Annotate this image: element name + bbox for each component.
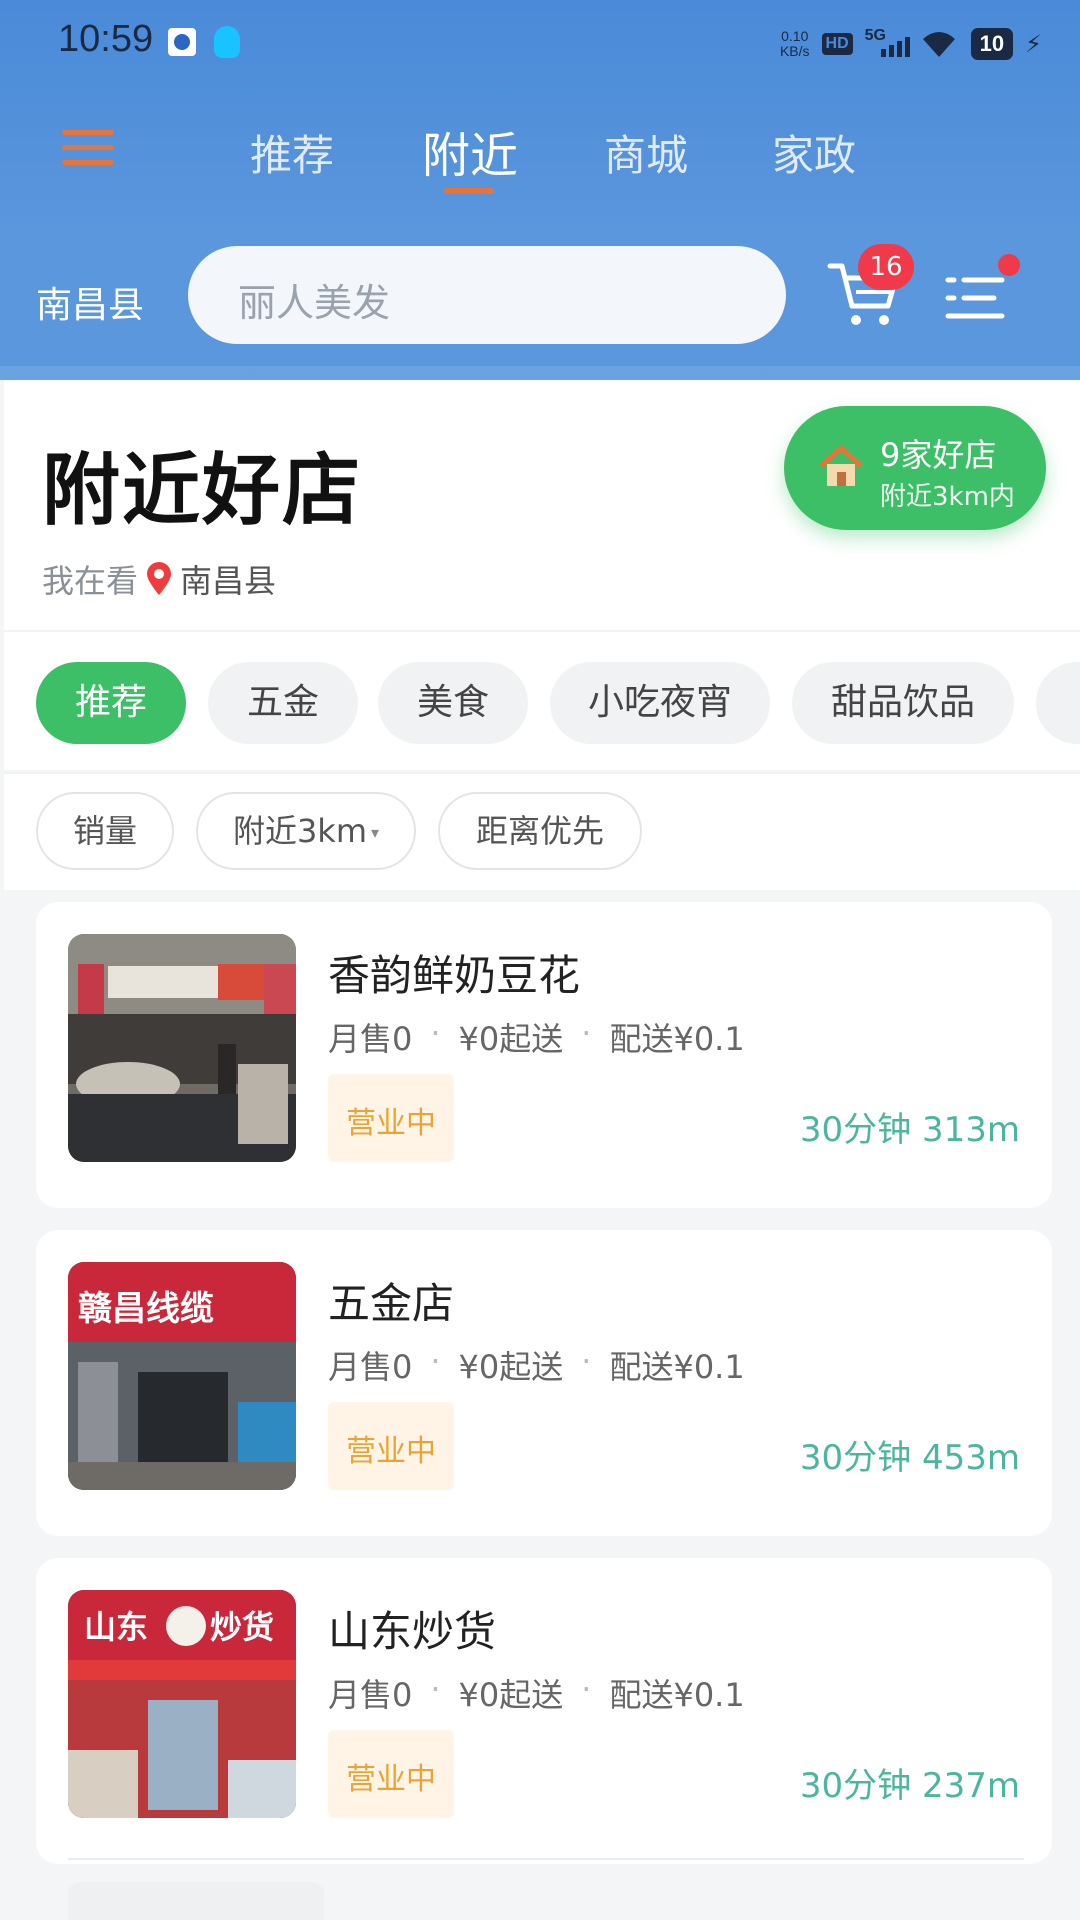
shop-card[interactable]: 山东 炒货 山东炒货 月售0 · ¥0起送 · 配送¥0.1 营业中 30分钟 23… (36, 1558, 1052, 1864)
search-row: 南昌县 丽人美发 16 (0, 226, 1080, 366)
location-pin-icon (147, 562, 172, 595)
wifi-icon (922, 32, 955, 57)
search-input[interactable]: 丽人美发 (188, 246, 786, 344)
qq-notification-icon (214, 26, 240, 58)
category-snacks[interactable]: 小吃夜宵 (550, 662, 770, 744)
shop-meta: 月售0 · ¥0起送 · 配送¥0.1 (328, 1670, 745, 1714)
monthly-sales: 月售0 (328, 1676, 413, 1714)
hd-badge: HD (821, 33, 853, 55)
category-desserts[interactable]: 甜品饮品 (792, 662, 1014, 744)
delivery-fee: 配送¥0.1 (609, 1676, 745, 1714)
shop-sign-text: 炒货 (210, 1608, 274, 1646)
main-content: 附近好店 我在看 南昌县 9家好店 附近3km内 推荐 五金 美食 小吃夜宵 甜… (4, 380, 1080, 1920)
tab-recommend[interactable]: 推荐 (250, 122, 334, 183)
shop-meta: 月售0 · ¥0起送 · 配送¥0.1 (328, 1342, 745, 1386)
shop-sign-text: 山东 (84, 1608, 148, 1646)
app-notification-icon (168, 28, 196, 56)
min-order: ¥0起送 (458, 1348, 564, 1386)
current-location: 南昌县 (180, 562, 277, 600)
tab-nearby[interactable]: 附近 (422, 116, 518, 186)
delivery-eta: 30分钟 313m (799, 1110, 1020, 1150)
tab-housekeeping[interactable]: 家政 (772, 122, 856, 183)
location-line[interactable]: 我在看 南昌县 (42, 556, 276, 602)
delivery-eta: 30分钟 453m (799, 1438, 1020, 1478)
status-badge: 营业中 (328, 1074, 454, 1162)
list-icon[interactable] (944, 272, 1006, 324)
shop-card[interactable]: 香韵鲜奶豆花 月售0 · ¥0起送 · 配送¥0.1 营业中 30分钟 313m (36, 902, 1052, 1208)
delivery-fee: 配送¥0.1 (609, 1348, 745, 1386)
tab-mall[interactable]: 商城 (604, 122, 688, 183)
shop-photo: 山东 炒货 (68, 1590, 296, 1818)
shop-name: 山东炒货 (328, 1607, 497, 1656)
shop-sign-text: 赣昌线缆 (78, 1289, 214, 1329)
status-badge: 营业中 (328, 1402, 454, 1490)
shop-name: 香韵鲜奶豆花 (328, 951, 581, 1000)
top-nav: 推荐 附近 商城 家政 (0, 100, 1080, 200)
signal-icon: 5G (865, 27, 910, 59)
notification-dot (998, 254, 1020, 276)
status-badge: 营业中 (328, 1730, 454, 1818)
viewing-label: 我在看 (42, 562, 139, 600)
dropdown-caret-icon: ▾ (371, 823, 380, 842)
charging-icon: ⚡ (1025, 30, 1042, 58)
min-order: ¥0起送 (458, 1020, 564, 1058)
list-divider (68, 1858, 1024, 1860)
page-title: 附近好店 (42, 446, 363, 536)
filter-sales[interactable]: 销量 (36, 792, 174, 870)
filter-nearest-first[interactable]: 距离优先 (438, 792, 642, 870)
shop-name: 五金店 (328, 1279, 455, 1328)
nearby-hero: 附近好店 我在看 南昌县 9家好店 附近3km内 (4, 380, 1080, 630)
category-hardware[interactable]: 五金 (208, 662, 358, 744)
app-header: 10:59 0.10 KB/s HD 5G 10 ⚡ 推荐 附近 商城 家政 南… (0, 0, 1080, 380)
category-food[interactable]: 美食 (378, 662, 528, 744)
house-icon (819, 445, 863, 486)
shop-photo: 赣昌线缆 (68, 1262, 296, 1490)
status-bar: 10:59 0.10 KB/s HD 5G 10 ⚡ (0, 0, 1080, 90)
shop-photo (68, 934, 296, 1162)
filter-bar: 销量 附近3km ▾ 距离优先 (4, 772, 1080, 890)
category-more[interactable] (1036, 662, 1080, 744)
net-speed: 0.10 KB/s (779, 28, 810, 59)
delivery-fee: 配送¥0.1 (609, 1020, 745, 1058)
monthly-sales: 月售0 (328, 1348, 413, 1386)
filter-distance-range[interactable]: 附近3km ▾ (196, 792, 416, 870)
delivery-eta: 30分钟 237m (799, 1766, 1020, 1806)
next-shop-card-partial[interactable] (68, 1882, 324, 1920)
hamburger-icon[interactable] (62, 130, 114, 166)
status-right: 0.10 KB/s HD 5G 10 ⚡ (780, 22, 1042, 66)
monthly-sales: 月售0 (328, 1020, 413, 1058)
search-placeholder: 丽人美发 (238, 281, 391, 325)
battery-icon: 10 (970, 28, 1014, 60)
city-selector[interactable]: 南昌县 (36, 276, 144, 328)
category-bar: 推荐 五金 美食 小吃夜宵 甜品饮品 (4, 630, 1080, 770)
shop-meta: 月售0 · ¥0起送 · 配送¥0.1 (328, 1014, 745, 1058)
cart-count-badge: 16 (858, 244, 914, 290)
status-time: 10:59 (58, 18, 154, 60)
shop-count-button[interactable]: 9家好店 附近3km内 (784, 406, 1046, 530)
active-tab-indicator (444, 188, 494, 194)
shop-count: 9家好店 (880, 436, 997, 474)
min-order: ¥0起送 (458, 1676, 564, 1714)
category-recommend[interactable]: 推荐 (36, 662, 186, 744)
shop-card[interactable]: 赣昌线缆 五金店 月售0 · ¥0起送 · 配送¥0.1 营业中 30分钟 453m (36, 1230, 1052, 1536)
shop-range: 附近3km内 (880, 482, 1015, 512)
